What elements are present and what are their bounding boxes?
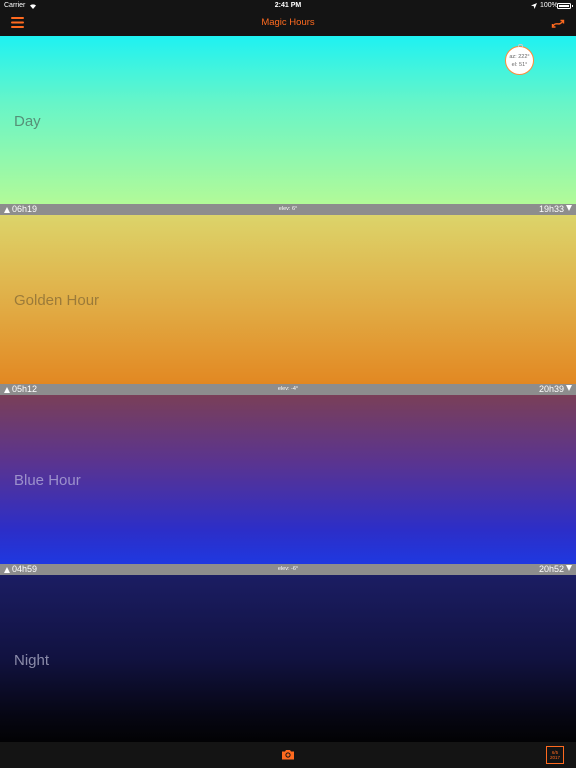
day-band[interactable]: Day bbox=[0, 36, 576, 204]
night-label: Night bbox=[14, 652, 50, 669]
separator-golden-hour: 05h12 elev: -4° 20h39 bbox=[0, 384, 576, 395]
blue-hour-band[interactable]: Blue Hour bbox=[0, 395, 576, 564]
status-bar: Carrier 2:41 PM 100% bbox=[0, 0, 576, 12]
night-band[interactable]: Night bbox=[0, 575, 576, 742]
battery-icon bbox=[557, 3, 573, 9]
bottom-toolbar: 6/5 2017 bbox=[0, 742, 576, 768]
day-label: Day bbox=[14, 113, 41, 130]
separator-blue-hour: 04h59 elev: -6° 20h52 bbox=[0, 564, 576, 575]
calendar-year: 2017 bbox=[549, 755, 560, 760]
azimuth-readout: az: 222° bbox=[509, 54, 530, 60]
triangle-down-icon bbox=[566, 205, 572, 211]
sun-position-badge[interactable]: az: 222° el: 51° bbox=[505, 44, 534, 75]
separator-day: 06h19 elev: 6° 19h33 bbox=[0, 204, 576, 215]
battery-percentage: 100% bbox=[540, 2, 558, 9]
camera-icon[interactable] bbox=[281, 749, 295, 760]
elevation-label: elev: -6° bbox=[277, 566, 299, 572]
location-arrow-icon bbox=[531, 3, 537, 9]
set-time: 20h52 bbox=[539, 564, 572, 575]
blue-hour-label: Blue Hour bbox=[14, 472, 81, 489]
nav-bar: Magic Hours bbox=[0, 12, 576, 36]
triangle-down-icon bbox=[566, 385, 572, 391]
elevation-label: elev: 6° bbox=[278, 206, 298, 212]
golden-hour-label: Golden Hour bbox=[14, 292, 100, 309]
status-time: 2:41 PM bbox=[274, 2, 302, 9]
elevation-label: elev: -4° bbox=[277, 386, 299, 392]
triangle-down-icon bbox=[566, 565, 572, 571]
set-time: 19h33 bbox=[539, 204, 572, 215]
elevation-readout: el: 51° bbox=[511, 62, 528, 68]
page-title: Magic Hours bbox=[261, 17, 315, 28]
calendar-icon[interactable]: 6/5 2017 bbox=[546, 746, 564, 764]
badge-handle bbox=[518, 44, 523, 47]
set-time-value: 19h33 bbox=[538, 204, 564, 214]
set-time-value: 20h52 bbox=[538, 564, 564, 574]
set-time-value: 20h39 bbox=[538, 384, 564, 394]
golden-hour-band[interactable]: Golden Hour bbox=[0, 215, 576, 384]
set-time: 20h39 bbox=[539, 384, 572, 395]
exchange-arrows-icon[interactable] bbox=[551, 17, 565, 31]
